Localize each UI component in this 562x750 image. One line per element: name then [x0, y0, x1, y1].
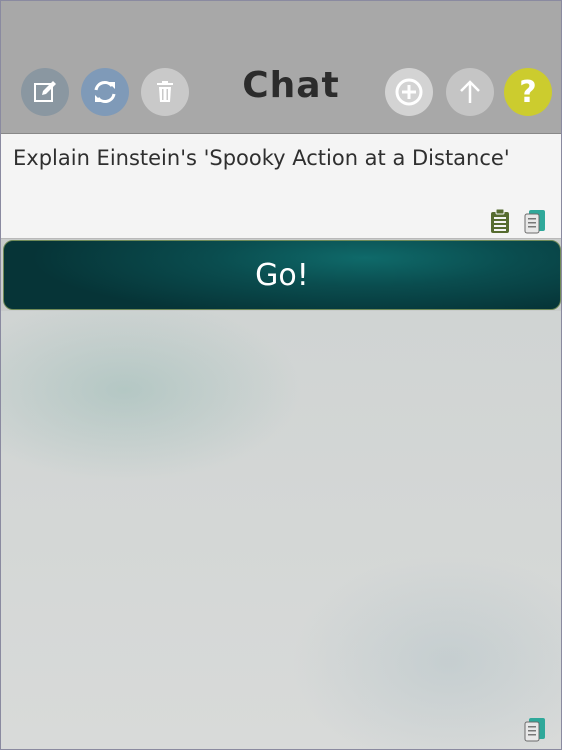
add-button[interactable]	[385, 68, 433, 116]
response-area	[1, 311, 561, 749]
copy-prompt-icon[interactable]	[523, 208, 547, 234]
copy-response-icon[interactable]	[523, 716, 547, 742]
go-button[interactable]: Go!	[3, 240, 561, 310]
prompt-text: Explain Einstein's 'Spooky Action at a D…	[13, 146, 510, 170]
arrow-up-icon	[460, 80, 480, 103]
upload-button[interactable]	[446, 68, 494, 116]
app-frame: Chat ? Explain Einstein's 'Spooky Action…	[0, 0, 562, 750]
plus-circle-icon	[395, 78, 423, 106]
help-button[interactable]: ?	[504, 68, 552, 116]
question-icon: ?	[519, 74, 537, 110]
paste-icon[interactable]	[489, 208, 513, 234]
prompt-input[interactable]: Explain Einstein's 'Spooky Action at a D…	[1, 134, 561, 239]
top-toolbar: Chat ?	[1, 1, 561, 134]
